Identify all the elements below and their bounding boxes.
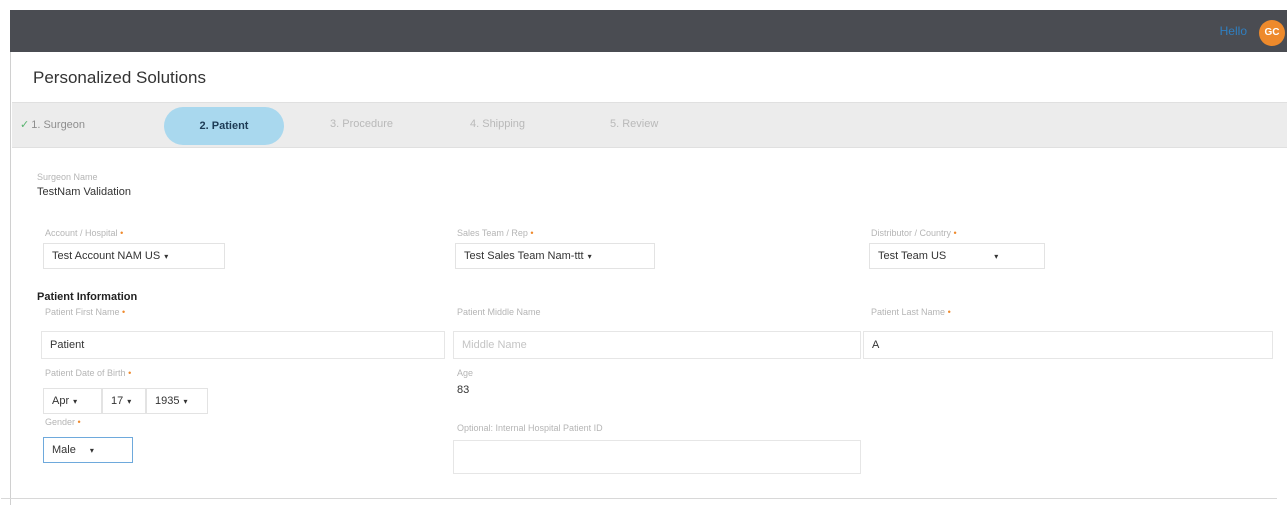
- main-panel: Personalized Solutions ✓ 1. Surgeon 2. Pa…: [10, 52, 1287, 505]
- user-name-link[interactable]: Hello: [1220, 24, 1247, 38]
- step-review[interactable]: 5. Review: [610, 118, 658, 130]
- chevron-down-icon: ▾: [127, 397, 132, 406]
- chevron-down-icon: ▾: [587, 252, 592, 261]
- last-name-input[interactable]: A: [863, 331, 1273, 359]
- middle-name-input[interactable]: Middle Name: [453, 331, 861, 359]
- gender-select[interactable]: Male ▾: [43, 437, 133, 463]
- first-name-label: Patient First Name •: [45, 307, 126, 317]
- account-select[interactable]: Test Account NAM US ▾: [43, 243, 225, 269]
- account-label: Account / Hospital •: [45, 228, 124, 238]
- dob-month-select[interactable]: Apr ▾: [43, 388, 102, 414]
- required-marker: •: [122, 307, 126, 317]
- internal-patient-id-input[interactable]: [453, 440, 861, 474]
- distributor-select[interactable]: Test Team US ▾: [869, 243, 1045, 269]
- step-shipping[interactable]: 4. Shipping: [470, 118, 525, 130]
- step-label: 1. Surgeon: [31, 119, 86, 131]
- bottom-divider: [1, 498, 1277, 499]
- required-marker: •: [128, 368, 132, 378]
- patient-information-heading: Patient Information: [37, 291, 138, 303]
- required-marker: •: [947, 307, 951, 317]
- dob-year-select[interactable]: 1935 ▾: [146, 388, 208, 414]
- step-patient[interactable]: 2. Patient: [164, 107, 284, 145]
- sales-team-select[interactable]: Test Sales Team Nam-ttt ▾: [455, 243, 655, 269]
- chevron-down-icon: ▾: [183, 397, 188, 406]
- top-bar: Hello GC: [10, 10, 1287, 52]
- chevron-down-icon: ▾: [89, 446, 94, 455]
- check-icon: ✓: [20, 119, 30, 131]
- age-value: 83: [457, 384, 470, 396]
- required-marker: •: [530, 228, 534, 238]
- first-name-input[interactable]: Patient: [41, 331, 445, 359]
- distributor-label: Distributor / Country •: [871, 228, 957, 238]
- chevron-down-icon: ▾: [73, 397, 78, 406]
- required-marker: •: [77, 417, 81, 427]
- last-name-label: Patient Last Name •: [871, 307, 951, 317]
- wizard-steps: ✓ 1. Surgeon 2. Patient 3. Procedure 4. S…: [12, 102, 1287, 148]
- chevron-down-icon: ▾: [994, 252, 999, 261]
- middle-name-label: Patient Middle Name: [457, 307, 541, 317]
- date-of-birth-label: Patient Date of Birth •: [45, 368, 132, 378]
- user-avatar[interactable]: GC: [1259, 20, 1285, 46]
- required-marker: •: [953, 228, 957, 238]
- chevron-down-icon: ▾: [164, 252, 169, 261]
- surgeon-name-label: Surgeon Name: [37, 172, 98, 182]
- sales-team-label: Sales Team / Rep •: [457, 228, 534, 238]
- page-title: Personalized Solutions: [33, 68, 206, 87]
- internal-patient-id-label: Optional: Internal Hospital Patient ID: [457, 423, 603, 433]
- age-label: Age: [457, 368, 474, 378]
- gender-label: Gender •: [45, 417, 81, 427]
- step-surgeon[interactable]: ✓ 1. Surgeon: [20, 118, 85, 131]
- dob-day-select[interactable]: 17 ▾: [102, 388, 146, 414]
- surgeon-name-value: TestNam Validation: [37, 186, 131, 198]
- step-procedure[interactable]: 3. Procedure: [330, 118, 393, 130]
- required-marker: •: [120, 228, 124, 238]
